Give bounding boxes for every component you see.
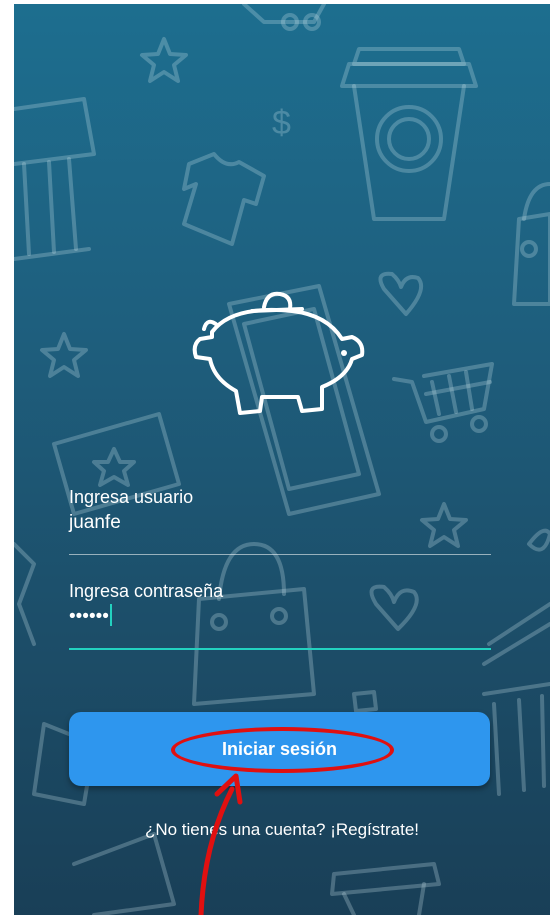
coffee-cup-icon xyxy=(330,862,441,915)
register-link[interactable]: ¿No tienes una cuenta? ¡Regístrate! xyxy=(14,820,550,840)
decoration xyxy=(527,528,550,552)
heart-icon xyxy=(378,271,423,316)
bank-icon xyxy=(14,97,96,261)
decoration xyxy=(482,602,550,666)
username-underline xyxy=(69,554,491,555)
ticket-icon xyxy=(72,832,176,915)
login-button[interactable]: Iniciar sesión xyxy=(69,712,490,786)
login-button-label: Iniciar sesión xyxy=(221,738,338,759)
login-screen: $ Ingresa usuario juanfe Ingresa contras… xyxy=(14,4,550,915)
dollar-icon: $ xyxy=(272,104,291,142)
password-input[interactable]: •••••• xyxy=(69,604,491,630)
password-underline xyxy=(69,648,491,650)
bank-icon xyxy=(482,682,550,796)
shopping-bag-icon xyxy=(512,182,550,306)
text-cursor xyxy=(109,604,112,626)
star-icon xyxy=(140,37,188,83)
shopping-cart-icon xyxy=(242,4,326,31)
password-mask: •••••• xyxy=(69,606,109,627)
tshirt-icon xyxy=(182,152,266,246)
coffee-cup-icon xyxy=(340,47,478,221)
piggy-bank-icon xyxy=(192,291,365,415)
password-field[interactable]: Ingresa contraseña •••••• xyxy=(69,580,491,650)
star-icon xyxy=(40,332,88,378)
username-field[interactable]: Ingresa usuario juanfe xyxy=(69,486,491,555)
decoration xyxy=(352,690,378,713)
username-input[interactable]: juanfe xyxy=(69,510,491,536)
password-label: Ingresa contraseña xyxy=(69,581,224,601)
shopping-cart-icon xyxy=(392,362,494,443)
decoration xyxy=(14,542,36,646)
username-label: Ingresa usuario xyxy=(69,487,194,507)
